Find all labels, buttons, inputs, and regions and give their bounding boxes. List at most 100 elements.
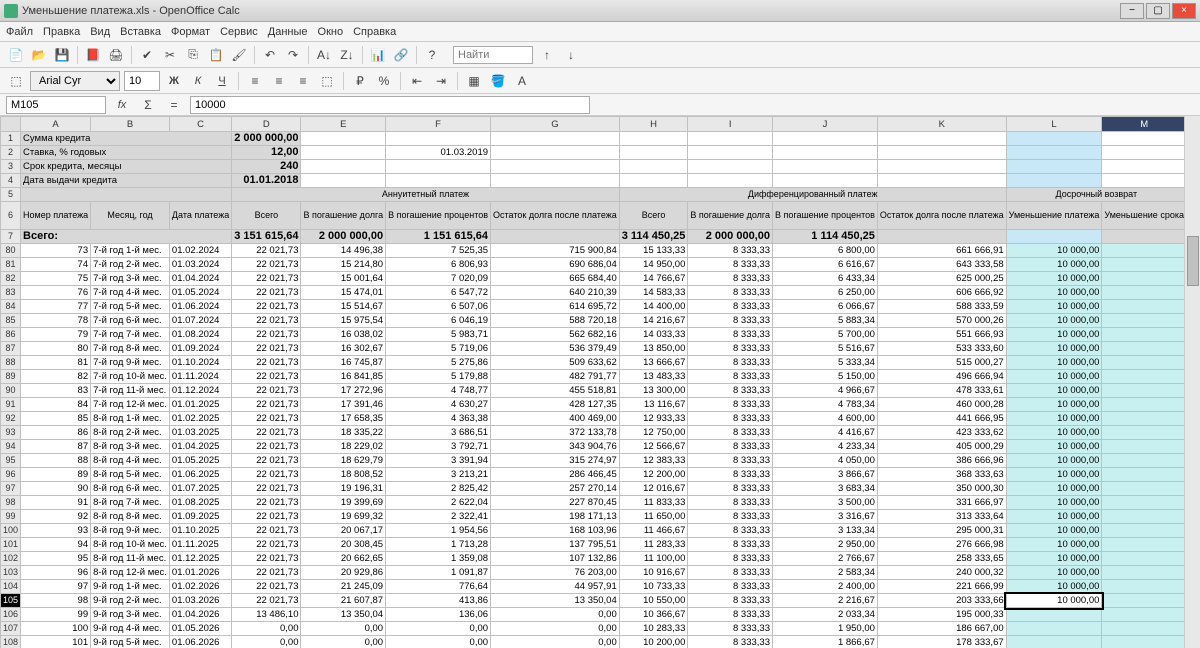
col-head-H[interactable]: H — [619, 117, 688, 132]
menu-Сервис[interactable]: Сервис — [220, 26, 258, 38]
col-head-J[interactable]: J — [772, 117, 877, 132]
row-head[interactable]: 104 — [1, 580, 21, 594]
row-head[interactable]: 102 — [1, 552, 21, 566]
minimize-button[interactable]: − — [1120, 3, 1144, 19]
export-pdf-icon[interactable]: 📕 — [83, 45, 103, 65]
maximize-button[interactable]: ▢ — [1146, 3, 1170, 19]
row-head[interactable]: 95 — [1, 454, 21, 468]
fx-icon[interactable]: fx — [112, 95, 132, 115]
sum-icon[interactable]: Σ — [138, 95, 158, 115]
row-head[interactable]: 101 — [1, 538, 21, 552]
borders-icon[interactable]: ▦ — [464, 71, 484, 91]
chart-icon[interactable]: 📊 — [368, 45, 388, 65]
new-icon[interactable]: 📄 — [6, 45, 26, 65]
row-head[interactable]: 108 — [1, 636, 21, 648]
col-head-K[interactable]: K — [877, 117, 1006, 132]
font-name-select[interactable]: Arial Cyr — [30, 71, 120, 91]
col-head-G[interactable]: G — [491, 117, 620, 132]
font-color-icon[interactable]: A — [512, 71, 532, 91]
row-head[interactable]: 93 — [1, 426, 21, 440]
col-head-F[interactable]: F — [386, 117, 491, 132]
open-icon[interactable]: 📂 — [29, 45, 49, 65]
find-next-icon[interactable]: ↓ — [561, 45, 581, 65]
row-head[interactable]: 100 — [1, 524, 21, 538]
redo-icon[interactable]: ↷ — [283, 45, 303, 65]
col-head-B[interactable]: B — [91, 117, 170, 132]
paste-icon[interactable]: 📋 — [206, 45, 226, 65]
font-size-input[interactable] — [124, 71, 160, 91]
align-right-icon[interactable]: ≡ — [293, 71, 313, 91]
menu-Файл[interactable]: Файл — [6, 26, 33, 38]
col-head-C[interactable]: C — [169, 117, 231, 132]
percent-icon[interactable]: % — [374, 71, 394, 91]
row-head[interactable]: 88 — [1, 356, 21, 370]
menu-Формат[interactable]: Формат — [171, 26, 210, 38]
vertical-scrollbar[interactable] — [1184, 116, 1200, 648]
bg-color-icon[interactable]: 🪣 — [488, 71, 508, 91]
row-head[interactable]: 86 — [1, 328, 21, 342]
row-head[interactable]: 103 — [1, 566, 21, 580]
print-icon[interactable]: 🖨 — [106, 45, 126, 65]
equals-icon[interactable]: = — [164, 95, 184, 115]
cut-icon[interactable]: ✂ — [160, 45, 180, 65]
row-head[interactable]: 90 — [1, 384, 21, 398]
italic-icon[interactable]: К — [188, 71, 208, 91]
row-head[interactable]: 4 — [1, 174, 21, 188]
col-head-E[interactable]: E — [301, 117, 386, 132]
find-input[interactable] — [453, 46, 533, 64]
find-prev-icon[interactable]: ↑ — [537, 45, 557, 65]
spreadsheet-grid[interactable]: ABCDEFGHIJKLMNOPQRSTUVWXY1Сумма кредита2… — [0, 116, 1200, 648]
copy-icon[interactable]: ⎘ — [183, 45, 203, 65]
bold-icon[interactable]: Ж — [164, 71, 184, 91]
row-head[interactable]: 98 — [1, 496, 21, 510]
spellcheck-icon[interactable]: ✔ — [137, 45, 157, 65]
row-head[interactable]: 92 — [1, 412, 21, 426]
menu-Правка[interactable]: Правка — [43, 26, 80, 38]
row-head[interactable]: 82 — [1, 272, 21, 286]
row-head[interactable]: 83 — [1, 286, 21, 300]
styles-icon[interactable]: ⬚ — [6, 71, 26, 91]
row-head[interactable]: 91 — [1, 398, 21, 412]
row-head[interactable]: 80 — [1, 244, 21, 258]
row-head[interactable]: 97 — [1, 482, 21, 496]
menu-Справка[interactable]: Справка — [353, 26, 396, 38]
select-all[interactable] — [1, 117, 21, 132]
menu-Данные[interactable]: Данные — [268, 26, 308, 38]
row-head[interactable]: 89 — [1, 370, 21, 384]
underline-icon[interactable]: Ч — [212, 71, 232, 91]
menu-Вставка[interactable]: Вставка — [120, 26, 161, 38]
row-head[interactable]: 105 — [1, 594, 21, 608]
currency-icon[interactable]: ₽ — [350, 71, 370, 91]
col-head-I[interactable]: I — [688, 117, 773, 132]
formula-input[interactable] — [190, 96, 590, 114]
row-head[interactable]: 87 — [1, 342, 21, 356]
row-head[interactable]: 2 — [1, 146, 21, 160]
row-head[interactable]: 94 — [1, 440, 21, 454]
row-head[interactable]: 1 — [1, 132, 21, 146]
undo-icon[interactable]: ↶ — [260, 45, 280, 65]
save-icon[interactable]: 💾 — [52, 45, 72, 65]
row-head[interactable]: 107 — [1, 622, 21, 636]
close-button[interactable]: × — [1172, 3, 1196, 19]
col-head-A[interactable]: A — [21, 117, 91, 132]
row-head[interactable]: 85 — [1, 314, 21, 328]
row-head[interactable]: 106 — [1, 608, 21, 622]
col-head-L[interactable]: L — [1006, 117, 1102, 132]
merge-cells-icon[interactable]: ⬚ — [317, 71, 337, 91]
format-paint-icon[interactable]: 🖌 — [229, 45, 249, 65]
row-head[interactable]: 99 — [1, 510, 21, 524]
menu-Вид[interactable]: Вид — [90, 26, 110, 38]
name-box[interactable] — [6, 96, 106, 114]
decrease-indent-icon[interactable]: ⇤ — [407, 71, 427, 91]
increase-indent-icon[interactable]: ⇥ — [431, 71, 451, 91]
row-head[interactable]: 96 — [1, 468, 21, 482]
align-left-icon[interactable]: ≡ — [245, 71, 265, 91]
row-head[interactable]: 81 — [1, 258, 21, 272]
menu-Окно[interactable]: Окно — [318, 26, 344, 38]
hyperlink-icon[interactable]: 🔗 — [391, 45, 411, 65]
row-head[interactable]: 84 — [1, 300, 21, 314]
col-head-D[interactable]: D — [232, 117, 301, 132]
sort-desc-icon[interactable]: Z↓ — [337, 45, 357, 65]
row-head[interactable]: 3 — [1, 160, 21, 174]
sort-asc-icon[interactable]: A↓ — [314, 45, 334, 65]
